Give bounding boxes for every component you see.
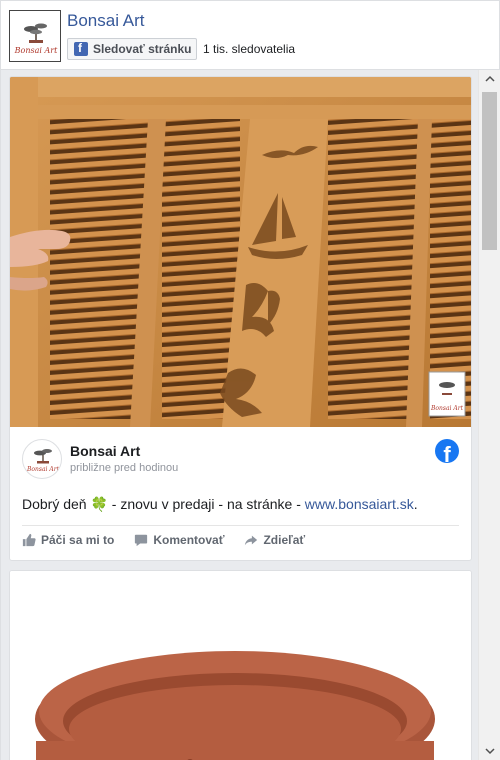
post-author[interactable]: Bonsai Art — [70, 443, 140, 459]
post-text-end: . — [413, 496, 418, 512]
post-divider — [22, 525, 459, 526]
scroll-thumb[interactable] — [482, 92, 497, 250]
like-label: Páči sa mi to — [41, 533, 115, 547]
bonsai-pot-image[interactable] — [10, 571, 472, 760]
share-icon — [245, 535, 258, 546]
like-button[interactable]: Páči sa mi to — [22, 533, 114, 547]
follow-page-button[interactable]: Sledovať stránku — [67, 38, 197, 60]
author-avatar[interactable]: Bonsai Art — [22, 439, 62, 479]
page-logo[interactable]: Bonsai Art — [9, 10, 61, 62]
bonsai-logo-icon: Bonsai Art — [10, 11, 60, 61]
comment-icon — [135, 534, 148, 547]
timeline-feed[interactable]: Bonsai Art Bonsai Art Bonsai Art približ… — [0, 70, 478, 760]
post-timestamp[interactable]: približne pred hodinou — [70, 462, 178, 474]
comment-label: Komentovať — [153, 533, 225, 547]
bonsai-avatar-icon: Bonsai Art — [26, 449, 60, 473]
post-image[interactable]: Bonsai Art — [10, 77, 471, 427]
logo-text: Bonsai Art — [14, 46, 58, 55]
followers-count: 1 tis. sledovatelia — [203, 42, 296, 56]
follow-label: Sledovať stránku — [93, 42, 192, 56]
scroll-up-arrow-icon[interactable] — [479, 70, 500, 87]
post-text-start: Dobrý deň — [22, 496, 91, 512]
share-button[interactable]: Zdieľať — [244, 533, 305, 547]
watermark-text: Bonsai Art — [430, 405, 464, 412]
facebook-icon — [74, 41, 88, 56]
comment-button[interactable]: Komentovať — [134, 533, 224, 547]
svg-text:Bonsai Art: Bonsai Art — [26, 466, 60, 473]
scrollbar[interactable] — [478, 70, 500, 760]
post-text-middle: - znovu v predaji - na stránke - — [107, 496, 305, 512]
post-card-2 — [9, 570, 472, 760]
facebook-logo-icon[interactable]: f — [435, 439, 459, 463]
post-link[interactable]: www.bonsaiart.sk — [305, 496, 414, 512]
bamboo-tea-tray-image: Bonsai Art — [10, 77, 471, 427]
clover-emoji: 🍀 — [90, 496, 108, 512]
page-name-link[interactable]: Bonsai Art — [67, 11, 145, 31]
post-text: Dobrý deň 🍀 - znovu v predaji - na strán… — [22, 496, 418, 513]
scroll-down-arrow-icon[interactable] — [479, 743, 500, 760]
page-header: Bonsai Art Bonsai Art Sledovať stránku 1… — [0, 0, 500, 70]
post-card: Bonsai Art Bonsai Art Bonsai Art približ… — [9, 76, 472, 561]
thumbs-up-icon — [22, 533, 36, 547]
share-label: Zdieľať — [263, 533, 306, 547]
post-actions: Páči sa mi to Komentovať Zdieľať — [22, 533, 305, 547]
